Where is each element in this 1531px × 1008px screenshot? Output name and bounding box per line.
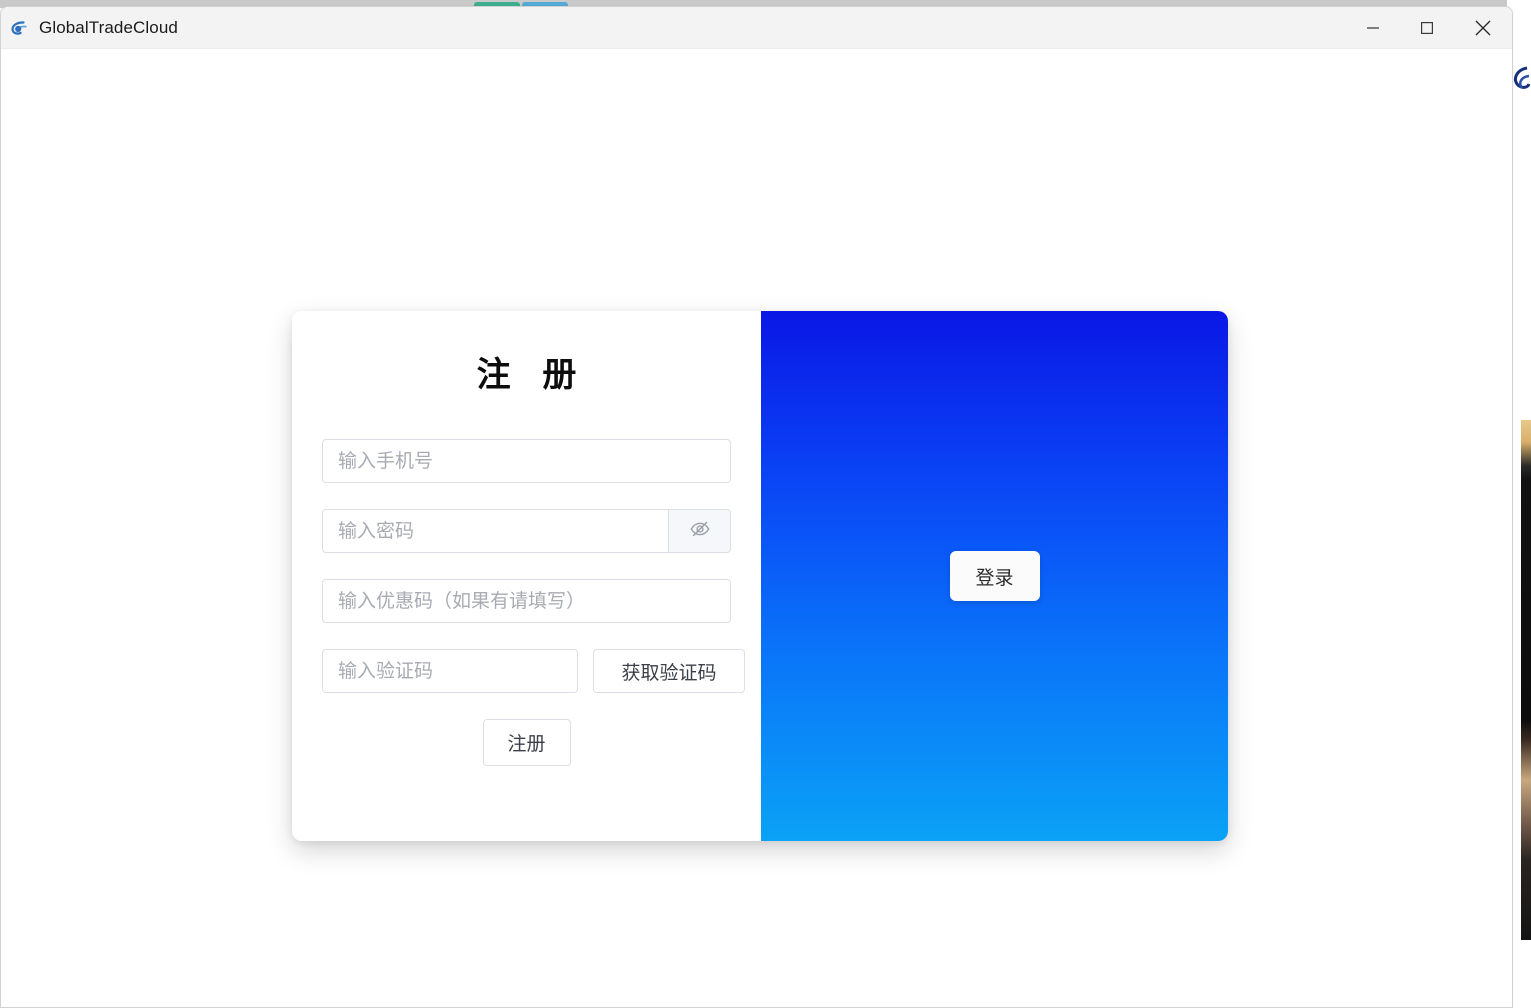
minimize-icon [1366, 21, 1380, 35]
window-controls [1346, 7, 1512, 49]
desktop-photo-sliver [1521, 420, 1531, 940]
app-title: GlobalTradeCloud [39, 17, 178, 37]
title-bar[interactable]: GlobalTradeCloud [1, 7, 1512, 49]
page-title: 注 册 [476, 355, 587, 395]
register-button[interactable]: 注册 [482, 719, 571, 766]
register-pane: 注 册 输入手机号 输入密码 输入优惠码（如果有请填写） 输入验证码 获取验证码… [292, 311, 761, 841]
captcha-field-row: 获取验证码 [322, 649, 745, 693]
eye-slash-icon [689, 518, 711, 545]
screen-root: GlobalTradeCloud 注 册 输入手机号 输入密码 输入优惠码（如果… [0, 0, 1531, 1008]
password-field-row [322, 509, 731, 553]
maximize-icon [1420, 21, 1434, 35]
phone-field-row [322, 439, 731, 483]
submit-row: 注册 [322, 719, 731, 766]
globe-swoosh-icon [9, 18, 29, 38]
auth-card: 注 册 输入手机号 输入密码 输入优惠码（如果有请填写） 输入验证码 获取验证码… [292, 311, 1228, 841]
get-captcha-button[interactable]: 获取验证码 [593, 649, 745, 693]
promo-code-input[interactable] [322, 579, 731, 623]
phone-input[interactable] [322, 439, 731, 483]
register-form: 获取验证码 注册 [322, 439, 745, 766]
login-button[interactable]: 登录 [949, 551, 1040, 601]
minimize-button[interactable] [1346, 7, 1400, 49]
close-icon [1474, 19, 1492, 37]
promo-code-field-row [322, 579, 731, 623]
maximize-button[interactable] [1400, 7, 1454, 49]
app-window: GlobalTradeCloud 注 册 输入手机号 输入密码 输入优惠码（如果… [0, 6, 1513, 1008]
window-body: 注 册 输入手机号 输入密码 输入优惠码（如果有请填写） 输入验证码 获取验证码… [1, 49, 1512, 1007]
captcha-input[interactable] [322, 649, 578, 693]
close-button[interactable] [1454, 7, 1512, 49]
login-pane: 登录 [761, 311, 1228, 841]
password-input[interactable] [322, 509, 668, 553]
password-visibility-toggle[interactable] [668, 509, 731, 553]
